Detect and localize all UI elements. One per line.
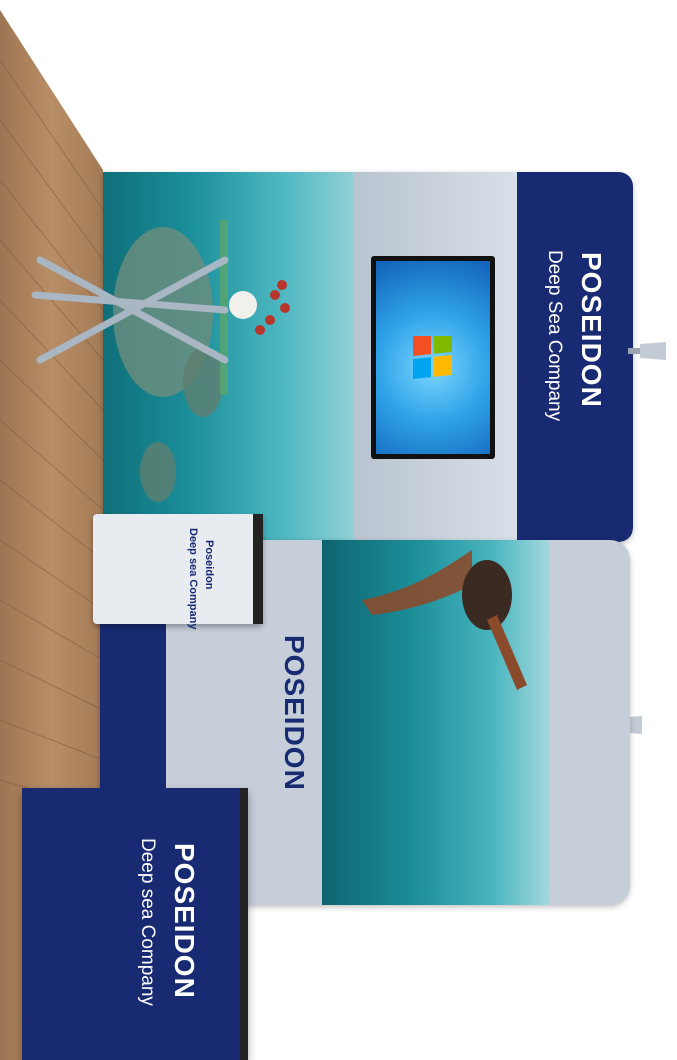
banner-brand-text: POSEIDON [576,252,607,408]
podium-brand-text: POSEIDON [169,843,200,999]
top-brand-banner: POSEIDON Deep Sea Company [517,172,633,542]
counter-subtitle-text: Deep sea Company [187,528,199,630]
swimmer-image [362,550,527,690]
wall-brand-text: POSEIDON [279,635,310,791]
counter-top-edge [253,514,263,624]
spotlight-top [628,342,666,360]
banner-subtitle-text: Deep Sea Company [544,250,565,422]
tv-screen [376,261,490,454]
exhibition-booth-scene: POSEIDON Deep Sea Company POSEIDON Posei… [0,0,677,1060]
front-podium-banner: POSEIDON Deep sea Company [22,788,248,1060]
swimmer-sea-graphic [322,540,550,905]
counter-brand-text: Poseidon [203,540,215,590]
tv-monitor [371,256,495,459]
windows-logo-icon [413,336,452,379]
podium-subtitle-text: Deep sea Company [137,838,158,1006]
glass-table [31,220,290,395]
reception-counter: Poseidon Deep sea Company [93,514,263,629]
